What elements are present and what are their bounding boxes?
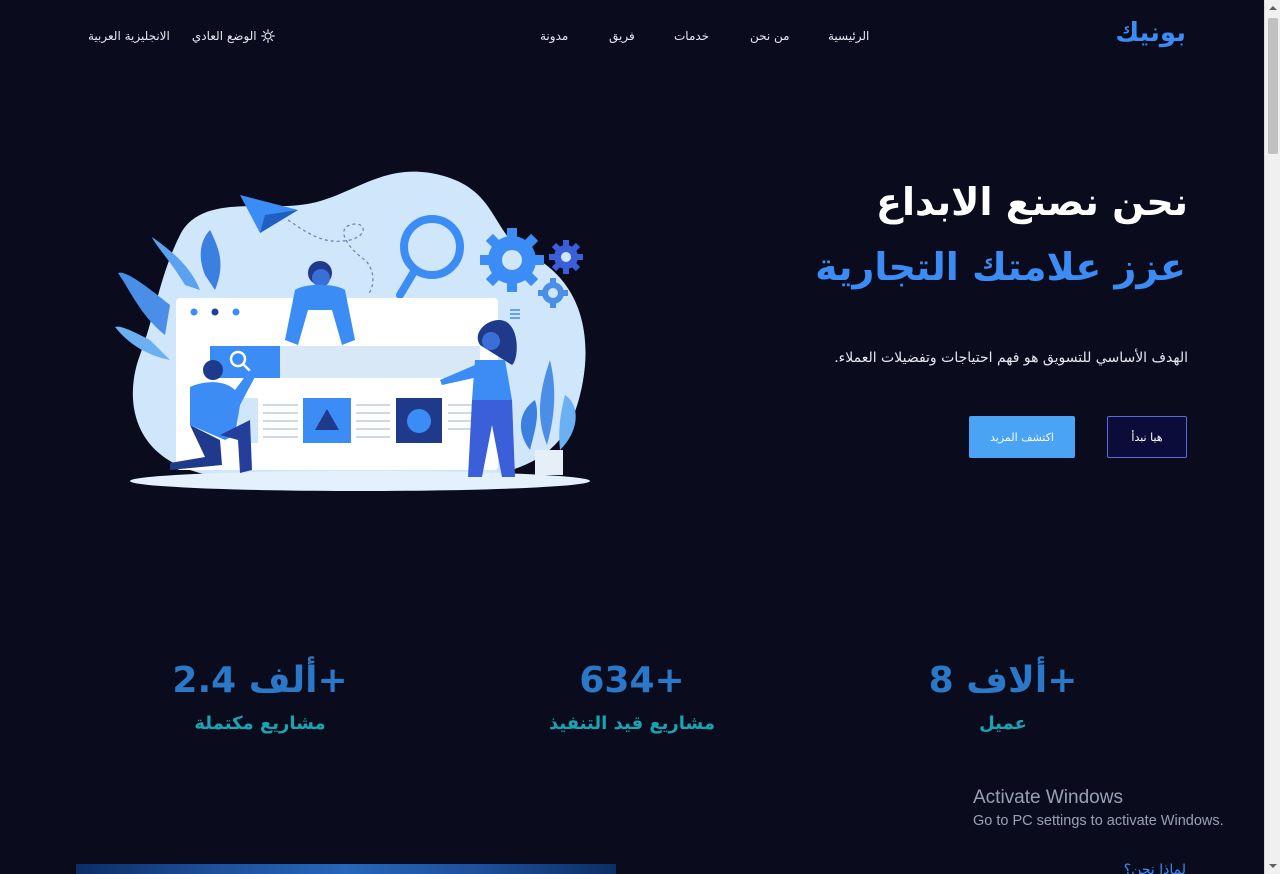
watermark-title: Activate Windows [973,787,1123,808]
vertical-scrollbar[interactable] [1264,0,1280,874]
nav-tools: الوضع العادي الانجليزية العربية [88,29,275,43]
nav-link-team[interactable]: فريق [609,29,635,43]
chevron-down-icon[interactable] [1265,858,1280,874]
chevron-up-icon[interactable] [1265,0,1280,16]
windows-activation-watermark: Activate Windows Go to PC settings to ac… [973,787,1224,829]
theme-toggle-label: الوضع العادي [191,29,257,43]
next-section-image [76,864,616,874]
gear-icon [480,228,544,292]
hero-title: نحن نصنع الابداع [875,180,1188,224]
hero-illustration [115,171,590,491]
stat-completed: 2.4 ألف+ مشاريع مكتملة [130,660,390,734]
discover-more-button[interactable]: اكتشف المزيد [969,416,1075,458]
hero-subtitle: عزز علامتك التجارية [815,245,1186,289]
stat-value: 8 ألاف+ [928,660,1078,701]
theme-toggle[interactable]: الوضع العادي [192,29,275,43]
scrollbar-thumb[interactable] [1268,18,1278,154]
nav-link-services[interactable]: خدمات [674,29,709,43]
stat-label: مشاريع قيد التنفيذ [548,713,716,734]
sun-icon [260,29,275,43]
gear-icon [549,240,583,274]
illustration-floor [130,471,590,491]
language-toggle[interactable]: الانجليزية العربية [88,29,170,43]
page: بونيك الرئيسية من نحن خدمات فريق مدونة ا… [0,0,1264,874]
stat-clients: 8 ألاف+ عميل [873,660,1133,734]
stat-value: 2.4 ألف+ [172,660,348,701]
next-section-heading: لماذا نحن؟ [1123,862,1186,874]
nav-link-home[interactable]: الرئيسية [828,29,869,43]
stat-value: 634+ [579,660,685,701]
stat-in-progress: 634+ مشاريع قيد التنفيذ [502,660,762,734]
nav-link-blog[interactable]: مدونة [540,29,568,43]
watermark-subtitle: Go to PC settings to activate Windows. [973,813,1224,829]
stat-label: عميل [979,713,1027,734]
hero-description: الهدف الأساسي للتسويق هو فهم احتياجات وت… [834,350,1188,366]
nav-link-about[interactable]: من نحن [750,29,790,43]
stat-label: مشاريع مكتملة [194,713,326,734]
language-toggle-label: الانجليزية العربية [88,29,170,43]
get-started-button[interactable]: هيا نبدأ [1107,416,1187,458]
